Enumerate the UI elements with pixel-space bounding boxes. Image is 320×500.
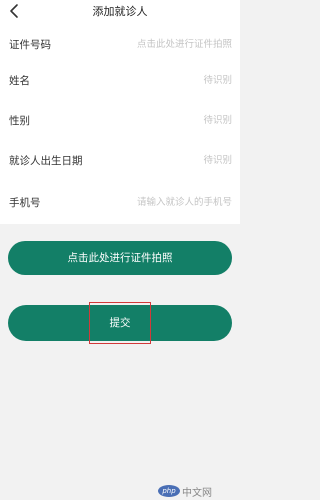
birthdate-label: 就诊人出生日期 bbox=[9, 155, 83, 167]
patient-form: 证件号码 姓名 性别 就诊人出生日期 手机号 bbox=[0, 24, 240, 224]
phone-label: 手机号 bbox=[9, 197, 41, 209]
id-number-input[interactable] bbox=[104, 34, 232, 54]
highlight-box bbox=[89, 302, 151, 344]
birthdate-input[interactable] bbox=[132, 150, 232, 170]
page-title: 添加就诊人 bbox=[92, 5, 148, 18]
gender-label: 性别 bbox=[9, 115, 30, 127]
phone-row: 手机号 bbox=[0, 182, 240, 222]
gender-row: 性别 bbox=[0, 100, 240, 140]
watermark-logo: php bbox=[158, 485, 180, 497]
id-number-label: 证件号码 bbox=[9, 39, 51, 51]
name-row: 姓名 bbox=[0, 60, 240, 100]
top-bar: 添加就诊人 bbox=[0, 0, 240, 24]
watermark-text: 中文网 bbox=[182, 488, 212, 499]
birthdate-row: 就诊人出生日期 bbox=[0, 140, 240, 180]
photo-id-button[interactable]: 点击此处进行证件拍照 bbox=[8, 241, 232, 275]
phone-input[interactable] bbox=[104, 192, 232, 212]
name-input[interactable] bbox=[132, 70, 232, 90]
name-label: 姓名 bbox=[9, 75, 30, 87]
gender-input[interactable] bbox=[132, 110, 232, 130]
id-number-row: 证件号码 bbox=[0, 24, 240, 64]
